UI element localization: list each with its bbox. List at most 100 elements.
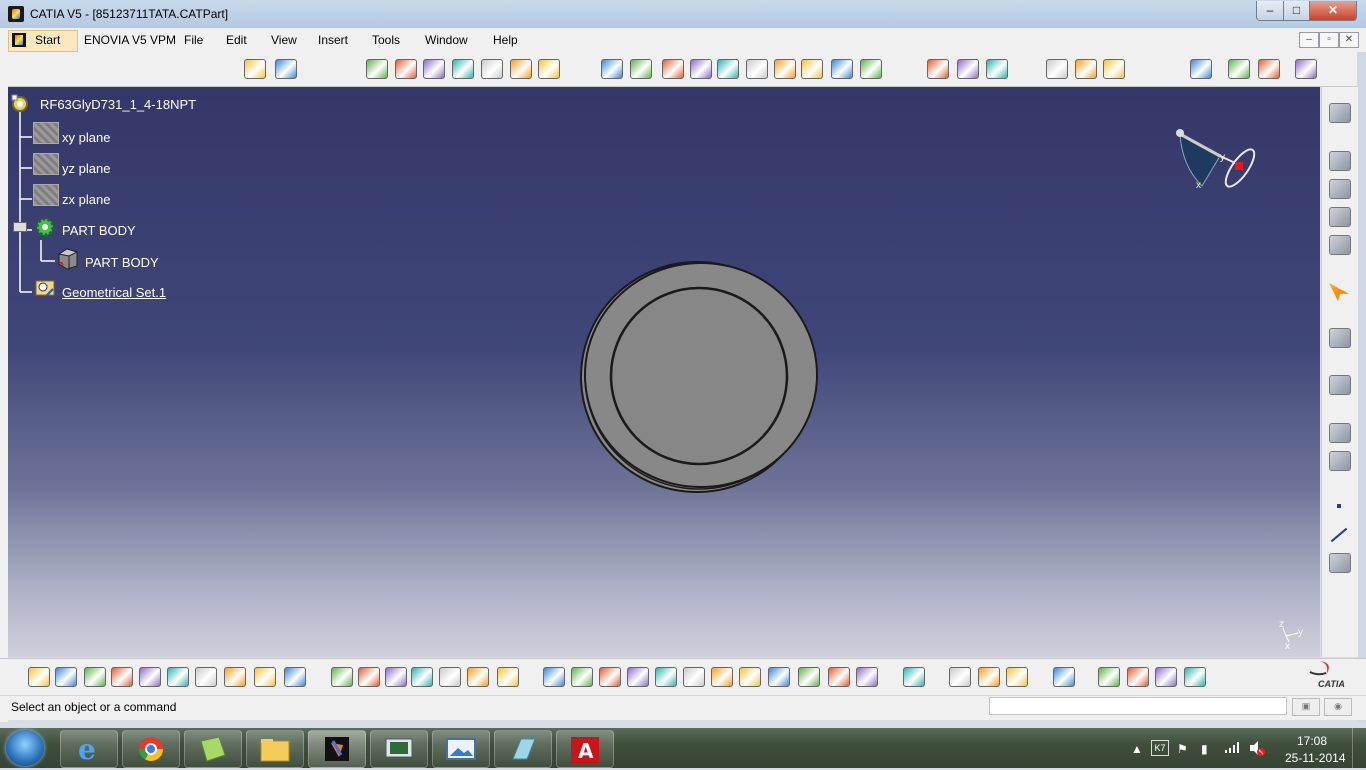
zoom-in-icon[interactable]	[655, 667, 677, 687]
axis-system-icon[interactable]	[1329, 451, 1351, 471]
view-manager-4-icon[interactable]	[1329, 235, 1351, 255]
thread-icon[interactable]	[746, 59, 768, 79]
view-manager-3-icon[interactable]	[1329, 207, 1351, 227]
zoom-out-icon[interactable]	[683, 667, 705, 687]
show-desktop-button[interactable]	[1352, 728, 1366, 768]
menu-tools[interactable]: Tools	[372, 33, 400, 47]
pocket-icon[interactable]	[395, 59, 417, 79]
geometrical-set-icon[interactable]	[33, 277, 57, 299]
redo-icon[interactable]	[254, 667, 276, 687]
menu-help[interactable]: Help	[493, 33, 518, 47]
formula-icon[interactable]	[331, 667, 353, 687]
close-button[interactable]: ✕	[1309, 1, 1357, 21]
knowledge-icon[interactable]	[439, 667, 461, 687]
tree-root-label[interactable]: RF63GlyD731_1_4-18NPT	[40, 97, 196, 112]
magnifier-icon[interactable]	[1184, 667, 1206, 687]
taskbar-monitor-icon[interactable]	[370, 730, 428, 768]
tree-item-xy-plane[interactable]: xy plane	[62, 130, 110, 145]
catia-app-icon[interactable]	[8, 6, 24, 22]
tray-k7-icon[interactable]: K7	[1151, 740, 1169, 756]
cut-icon[interactable]	[139, 667, 161, 687]
part-root-icon[interactable]	[10, 93, 34, 115]
save-icon[interactable]	[84, 667, 106, 687]
render-icon[interactable]	[1127, 667, 1149, 687]
thick-surface-icon[interactable]	[927, 59, 949, 79]
menu-start[interactable]: Start	[35, 33, 60, 47]
new-icon[interactable]	[28, 667, 50, 687]
whats-this-icon[interactable]	[284, 667, 306, 687]
command-input[interactable]	[989, 697, 1287, 715]
pattern-icon[interactable]	[801, 59, 823, 79]
paste-icon[interactable]	[195, 667, 217, 687]
draft-icon[interactable]	[662, 59, 684, 79]
hide-show-icon[interactable]	[828, 667, 850, 687]
catalog-browser-icon[interactable]	[1098, 667, 1120, 687]
rib-icon[interactable]	[510, 59, 532, 79]
swap-space-icon[interactable]	[856, 667, 878, 687]
open-icon[interactable]	[55, 667, 77, 687]
menu-view[interactable]: View	[271, 33, 297, 47]
constraint-icon[interactable]	[1103, 59, 1125, 79]
scaling-icon[interactable]	[831, 59, 853, 79]
sew-surface-icon[interactable]	[986, 59, 1008, 79]
tray-power-icon[interactable]: ▮	[1201, 742, 1208, 756]
slot-icon[interactable]	[538, 59, 560, 79]
document-close-button[interactable]: ✕	[1339, 32, 1359, 48]
shell-icon[interactable]	[690, 59, 712, 79]
taskbar-catia-icon[interactable]	[308, 730, 366, 768]
shaft-icon[interactable]	[423, 59, 445, 79]
sketch-options-icon[interactable]	[275, 59, 297, 79]
measure-inertia-icon[interactable]	[978, 667, 1000, 687]
taskbar-photo-icon[interactable]	[432, 730, 490, 768]
menu-file[interactable]: File	[184, 33, 203, 47]
tree-item-yz-plane[interactable]: yz plane	[62, 161, 110, 176]
apply-material-icon[interactable]	[1295, 59, 1317, 79]
clock-time[interactable]: 17:08	[1297, 734, 1327, 748]
tray-flag-icon[interactable]: ⚑	[1177, 742, 1188, 756]
tree-item-geometrical-set[interactable]: Geometrical Set.1	[62, 285, 166, 300]
layer-icon[interactable]	[1155, 667, 1177, 687]
print-icon[interactable]	[111, 667, 133, 687]
settings-icon[interactable]	[1329, 103, 1351, 123]
iso-view-icon[interactable]	[768, 667, 790, 687]
measure-between-icon[interactable]	[903, 667, 925, 687]
catalog-icon[interactable]	[1258, 59, 1280, 79]
split-icon[interactable]	[860, 59, 882, 79]
tree-item-part-body-child[interactable]: PART BODY	[85, 255, 159, 270]
close-surface-icon[interactable]	[957, 59, 979, 79]
maximize-button[interactable]: □	[1283, 1, 1310, 21]
plane-icon[interactable]	[33, 153, 59, 175]
comment-icon[interactable]	[358, 667, 380, 687]
document-restore-button[interactable]: ▫	[1319, 32, 1339, 48]
capture-icon[interactable]	[1006, 667, 1028, 687]
taskbar-app-icon[interactable]	[184, 730, 242, 768]
groove-icon[interactable]	[452, 59, 474, 79]
plane-icon[interactable]	[33, 122, 59, 144]
taskbar-ie-icon[interactable]: e	[60, 730, 118, 768]
tray-volume-muted-icon[interactable]	[1248, 740, 1266, 759]
surface-icon[interactable]	[1329, 375, 1351, 395]
chamfer-icon[interactable]	[630, 59, 652, 79]
rotate-icon[interactable]	[627, 667, 649, 687]
plane-icon[interactable]	[33, 184, 59, 206]
table-icon[interactable]	[411, 667, 433, 687]
shading-icon[interactable]	[798, 667, 820, 687]
boolean-add-icon[interactable]	[1046, 59, 1068, 79]
taskbar-app2-icon[interactable]	[494, 730, 552, 768]
annotation-icon[interactable]	[1075, 59, 1097, 79]
plane-system-icon[interactable]	[1329, 423, 1351, 443]
lock-icon[interactable]	[467, 667, 489, 687]
solid-feature-icon[interactable]	[55, 246, 79, 270]
fly-mode-icon[interactable]	[543, 667, 565, 687]
pad-icon[interactable]	[366, 59, 388, 79]
status-power-input-icon[interactable]: ▣	[1292, 698, 1320, 716]
menu-edit[interactable]: Edit	[226, 33, 247, 47]
collapse-icon[interactable]	[13, 222, 27, 232]
view-manager-icon[interactable]	[1329, 151, 1351, 171]
taskbar-explorer-icon[interactable]	[246, 730, 304, 768]
pan-icon[interactable]	[599, 667, 621, 687]
plane-icon[interactable]	[1329, 553, 1351, 573]
tray-network-icon[interactable]	[1224, 740, 1242, 757]
view-manager-2-icon[interactable]	[1329, 179, 1351, 199]
clock-date[interactable]: 25-11-2014	[1285, 751, 1346, 765]
